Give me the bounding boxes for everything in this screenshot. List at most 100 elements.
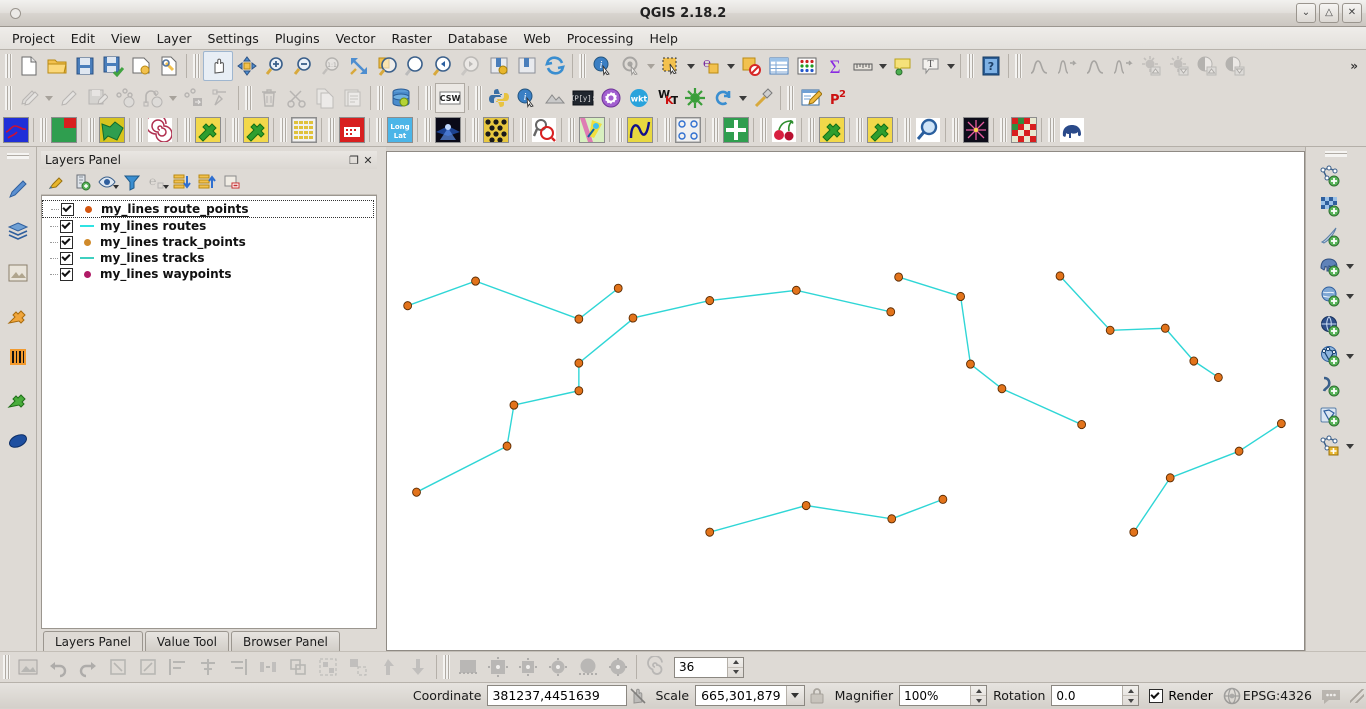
spiral-plugin[interactable] — [146, 116, 174, 144]
window-menu-button[interactable] — [6, 4, 24, 22]
tunnel-plugin[interactable] — [434, 116, 462, 144]
shape-circle-icon[interactable] — [573, 654, 603, 680]
add-wfs-layer-icon[interactable] — [1316, 342, 1344, 370]
copy-features-icon[interactable] — [311, 84, 339, 112]
menu-raster[interactable]: Raster — [383, 29, 439, 48]
toolbar-grip[interactable] — [520, 118, 527, 142]
toolbar-grip[interactable] — [184, 118, 191, 142]
layer-visibility-checkbox[interactable] — [61, 202, 74, 216]
zoom-next-icon[interactable] — [457, 52, 485, 80]
plugin-info-icon[interactable]: i — [513, 84, 541, 112]
rotation-input[interactable] — [1052, 686, 1123, 705]
identify-features-icon[interactable]: i — [589, 52, 617, 80]
db-manager-icon[interactable] — [387, 84, 415, 112]
toolbar-grip[interactable] — [245, 86, 252, 110]
zoom-in-icon[interactable] — [261, 52, 289, 80]
toolbar-grip[interactable] — [952, 118, 959, 142]
shape-square-icon[interactable] — [513, 654, 543, 680]
statistics-icon[interactable] — [793, 52, 821, 80]
sine-wave-plugin[interactable] — [626, 116, 654, 144]
paste-features-icon[interactable] — [339, 84, 367, 112]
filter-legend-icon[interactable] — [120, 171, 144, 193]
add-wms-layer-icon[interactable] — [1316, 312, 1344, 340]
refresh-icon[interactable] — [541, 52, 569, 80]
rotation-up-button[interactable] — [1123, 686, 1139, 696]
lock-scale-icon[interactable] — [805, 683, 829, 709]
layers-stack-icon[interactable] — [4, 217, 32, 245]
save-project-icon[interactable] — [71, 52, 99, 80]
measure-dropdown[interactable] — [877, 52, 889, 80]
spyder-icon[interactable] — [681, 84, 709, 112]
minimize-button[interactable]: ⌄ — [1296, 3, 1316, 23]
menu-help[interactable]: Help — [641, 29, 686, 48]
menu-processing[interactable]: Processing — [559, 29, 642, 48]
add-raster-layer-icon[interactable] — [1316, 192, 1344, 220]
toolbar-grip[interactable] — [443, 655, 450, 679]
toolbar-grip[interactable] — [425, 86, 432, 110]
zoom-to-selection-icon[interactable] — [373, 52, 401, 80]
paint-blob-icon[interactable] — [4, 427, 32, 455]
shape-rect-icon[interactable] — [453, 654, 483, 680]
menu-settings[interactable]: Settings — [200, 29, 267, 48]
close-panel-button[interactable]: ✕ — [361, 153, 375, 167]
plug-green-icon[interactable] — [4, 385, 32, 413]
select-by-expression-icon[interactable]: ℮ — [697, 52, 725, 80]
select-features-dropdown[interactable] — [685, 52, 697, 80]
add-feature-line-icon[interactable] — [139, 84, 167, 112]
magnifier-down-button[interactable] — [971, 696, 986, 705]
menu-edit[interactable]: Edit — [63, 29, 103, 48]
network-map-plugin[interactable] — [2, 116, 30, 144]
toolbar-grip[interactable] — [5, 54, 12, 78]
zoom-last-icon[interactable] — [429, 52, 457, 80]
remove-layer-icon[interactable] — [220, 171, 244, 193]
menu-plugins[interactable]: Plugins — [267, 29, 328, 48]
fireworks-plugin[interactable] — [962, 116, 990, 144]
elephant-plugin[interactable] — [1058, 116, 1086, 144]
contrast-decrease-icon[interactable] — [1221, 52, 1249, 80]
spinner-down-button[interactable] — [728, 668, 743, 677]
plug-green-plugin[interactable] — [194, 116, 222, 144]
composer-manager-icon[interactable] — [155, 52, 183, 80]
csw-catalog-icon[interactable]: CSW — [435, 83, 465, 113]
toolbar-grip[interactable] — [787, 86, 794, 110]
toolbar-grip[interactable] — [7, 153, 29, 159]
new-project-icon[interactable] — [15, 52, 43, 80]
grid-circles-plugin[interactable] — [674, 116, 702, 144]
toolbar-grip[interactable] — [579, 54, 586, 78]
toolbar-grip[interactable] — [760, 118, 767, 142]
add-spatialite-layer-icon[interactable] — [1316, 282, 1344, 310]
toolbar-grip[interactable] — [664, 118, 671, 142]
select-features-icon[interactable] — [657, 52, 685, 80]
plugin-editor-icon[interactable] — [797, 84, 825, 112]
menu-view[interactable]: View — [103, 29, 149, 48]
refresh-plugin-icon[interactable] — [709, 84, 737, 112]
layer-visibility-checkbox[interactable] — [60, 235, 73, 249]
key-plugin[interactable] — [578, 116, 606, 144]
numeric-grid-plugin[interactable] — [290, 116, 318, 144]
toolbar-grip[interactable] — [568, 118, 575, 142]
plugin-builder-icon[interactable] — [749, 84, 777, 112]
menu-vector[interactable]: Vector — [328, 29, 384, 48]
add-feature-dropdown[interactable] — [167, 84, 179, 112]
honeycomb-plugin[interactable] — [482, 116, 510, 144]
measure-area-icon[interactable] — [13, 654, 43, 680]
select-expression-dropdown[interactable] — [725, 52, 737, 80]
menu-layer[interactable]: Layer — [149, 29, 200, 48]
plug-orange-icon[interactable] — [4, 301, 32, 329]
refresh-plugin-dropdown[interactable] — [737, 84, 749, 112]
toolbar-grip[interactable] — [472, 118, 479, 142]
resize-grip[interactable] — [1350, 688, 1364, 703]
close-button[interactable]: ✕ — [1342, 3, 1362, 23]
refresh-bookmarks-icon[interactable] — [485, 52, 513, 80]
resize-icon[interactable] — [283, 654, 313, 680]
toolbar-grip[interactable] — [1015, 54, 1022, 78]
toolbar-grip[interactable] — [475, 86, 482, 110]
filter-expression-icon[interactable]: ℮ — [145, 171, 169, 193]
scale-value[interactable]: 665,301,879 — [696, 686, 786, 705]
crs-globe-icon[interactable] — [1221, 683, 1243, 709]
contrast-increase-icon[interactable] — [1193, 52, 1221, 80]
calendar-red-plugin[interactable] — [338, 116, 366, 144]
rotation-down-button[interactable] — [1123, 696, 1138, 705]
crs-label[interactable]: EPSG:4326 — [1243, 688, 1312, 703]
plug-small-plugin[interactable] — [818, 116, 846, 144]
